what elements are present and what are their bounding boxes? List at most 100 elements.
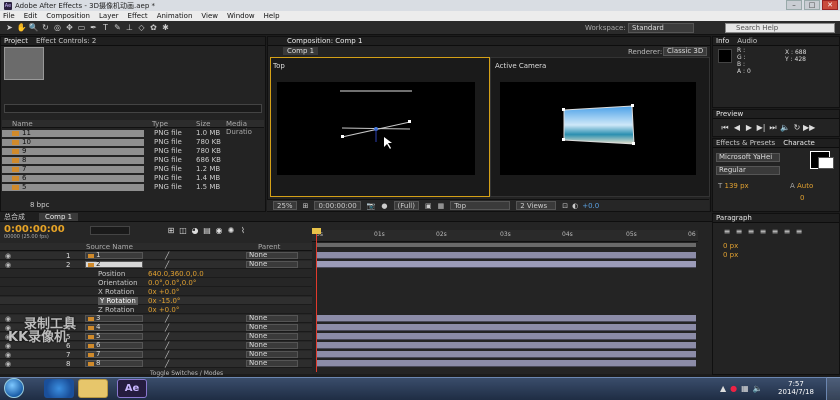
show-desktop-button[interactable]	[826, 377, 840, 400]
resolution-select[interactable]: (Full)	[393, 201, 419, 210]
work-area-bar[interactable]	[316, 243, 696, 247]
layer-bar[interactable]	[316, 261, 696, 268]
ram-preview-icon[interactable]: ▶▶	[803, 123, 815, 132]
list-item[interactable]: 6 PNG file 1.4 MB	[2, 174, 264, 182]
loop-icon[interactable]: ↻	[791, 123, 803, 132]
property-row[interactable]: Orientation 0.0°,0.0°,0.0°	[0, 279, 312, 287]
property-value[interactable]: 640.0,360.0,0.0	[148, 270, 204, 278]
selection-tool-icon[interactable]: ➤	[4, 22, 15, 33]
switch-icon[interactable]: ╱	[165, 324, 175, 332]
list-item[interactable]: 7 PNG file 1.2 MB	[2, 165, 264, 173]
volume-icon[interactable]: 🔈	[753, 384, 767, 393]
parent-select[interactable]: None	[246, 261, 298, 268]
zoom-select[interactable]: 25%	[273, 201, 297, 210]
exposure-icon[interactable]: ◐	[572, 202, 578, 210]
parent-select[interactable]: None	[246, 324, 298, 331]
graph-editor-icon[interactable]: ⌇	[237, 226, 249, 235]
menu-layer[interactable]: Layer	[99, 12, 119, 20]
font-style-select[interactable]: Regular	[716, 166, 780, 175]
layer-bar[interactable]	[316, 351, 696, 358]
list-item[interactable]: 10 PNG file 780 KB	[2, 138, 264, 146]
tab-paragraph[interactable]: Paragraph	[716, 214, 752, 222]
layer-row[interactable]: ◉ 1 1 ╱ None	[0, 252, 312, 260]
property-value[interactable]: 0x +0.0°	[148, 288, 179, 296]
first-frame-icon[interactable]: ⏮	[719, 123, 731, 132]
menu-view[interactable]: View	[201, 12, 218, 20]
next-frame-icon[interactable]: ▶|	[755, 123, 767, 132]
property-value[interactable]: 0x +0.0°	[148, 306, 179, 314]
type-tool-icon[interactable]: T	[100, 22, 111, 33]
tab-composition[interactable]: Composition: Comp 1	[271, 37, 362, 45]
playhead-handle[interactable]	[312, 228, 321, 234]
layer-name[interactable]: 8	[85, 360, 143, 367]
project-search-input[interactable]	[4, 104, 262, 113]
play-icon[interactable]: ▶	[743, 123, 755, 132]
layer-name[interactable]: 2	[85, 261, 143, 268]
switch-icon[interactable]: ╱	[165, 315, 175, 323]
property-value[interactable]: 0.0°,0.0°,0.0°	[148, 279, 196, 287]
clone-tool-icon[interactable]: ⊥	[124, 22, 135, 33]
property-value[interactable]: 0x -15.0°	[148, 297, 180, 305]
draft-3d-icon[interactable]: ◫	[177, 226, 189, 235]
align-center-icon[interactable]: ≡	[733, 227, 745, 236]
layer-name[interactable]: 3	[85, 315, 143, 322]
hand-tool-icon[interactable]: ✋	[16, 22, 27, 33]
menu-help[interactable]: Help	[264, 12, 280, 20]
layer-bar[interactable]	[316, 252, 696, 259]
frame-blending-icon[interactable]: ▤	[201, 226, 213, 235]
eye-icon[interactable]: ◉	[4, 261, 12, 269]
after-effects-taskbar-icon[interactable]: Ae	[117, 379, 147, 398]
parent-select[interactable]: None	[246, 315, 298, 322]
rectangle-tool-icon[interactable]: ▭	[76, 22, 87, 33]
font-family-select[interactable]: Microsoft YaHei	[716, 153, 780, 162]
tray-expand-icon[interactable]: ▲	[720, 384, 730, 393]
tab-character[interactable]: Characte	[783, 139, 815, 147]
col-type[interactable]: Type	[152, 120, 196, 128]
layer-bar[interactable]	[316, 315, 696, 322]
color-channel-icon[interactable]: ●	[381, 202, 387, 210]
layer-bar[interactable]	[316, 324, 696, 331]
bit-depth[interactable]: 8 bpc	[30, 201, 49, 209]
menu-composition[interactable]: Composition	[46, 12, 90, 20]
tab-effect-controls[interactable]: Effect Controls: 2	[36, 37, 96, 45]
search-help-input[interactable]: Search Help	[725, 23, 835, 33]
tray-app-icon[interactable]: ●	[730, 384, 741, 393]
parent-select[interactable]: None	[246, 360, 298, 367]
region-icon[interactable]: ▣	[425, 202, 432, 210]
layer-name[interactable]: 6	[85, 342, 143, 349]
zoom-tool-icon[interactable]: 🔍	[28, 22, 39, 33]
comp-subtab[interactable]: Comp 1	[283, 47, 319, 55]
layer-bar[interactable]	[316, 342, 696, 349]
tab-audio[interactable]: Audio	[737, 37, 757, 45]
property-row[interactable]: Position 640.0,360.0,0.0	[0, 270, 312, 278]
eye-icon[interactable]: ◉	[4, 252, 12, 260]
layer-row[interactable]: ◉ 7 7 ╱ None	[0, 351, 312, 359]
close-button[interactable]: ✕	[822, 0, 838, 10]
switch-icon[interactable]: ╱	[165, 342, 175, 350]
last-frame-icon[interactable]: ⏭	[767, 123, 779, 132]
taskbar-clock[interactable]: 7:57 2014/7/18	[770, 380, 822, 396]
leading-value[interactable]: A Auto	[790, 182, 813, 190]
font-size-value[interactable]: T 139 px	[718, 182, 749, 190]
col-name[interactable]: Name	[2, 120, 152, 128]
mute-icon[interactable]: 🔈	[779, 123, 791, 132]
3d-view-select[interactable]: Top	[450, 201, 511, 210]
view-layout-select[interactable]: 2 Views	[516, 201, 557, 210]
kerning-value[interactable]: 0	[800, 194, 804, 202]
layer-name[interactable]: 5	[85, 333, 143, 340]
puppet-tool-icon[interactable]: ✱	[160, 22, 171, 33]
parent-select[interactable]: None	[246, 351, 298, 358]
justify-center-icon[interactable]: ≡	[769, 227, 781, 236]
parent-select[interactable]: None	[246, 252, 298, 259]
start-button[interactable]	[4, 378, 24, 398]
switch-icon[interactable]: ╱	[165, 252, 175, 260]
menu-effect[interactable]: Effect	[128, 12, 148, 20]
tab-preview[interactable]: Preview	[716, 110, 743, 118]
exposure-value[interactable]: +0.0	[582, 202, 599, 210]
current-time-indicator[interactable]	[316, 230, 317, 372]
switch-icon[interactable]: ╱	[165, 360, 175, 368]
menu-window[interactable]: Window	[227, 12, 255, 20]
brush-tool-icon[interactable]: ✎	[112, 22, 123, 33]
stroke-color-swatch[interactable]	[818, 157, 834, 169]
tab-comp-1[interactable]: Comp 1	[39, 212, 79, 221]
